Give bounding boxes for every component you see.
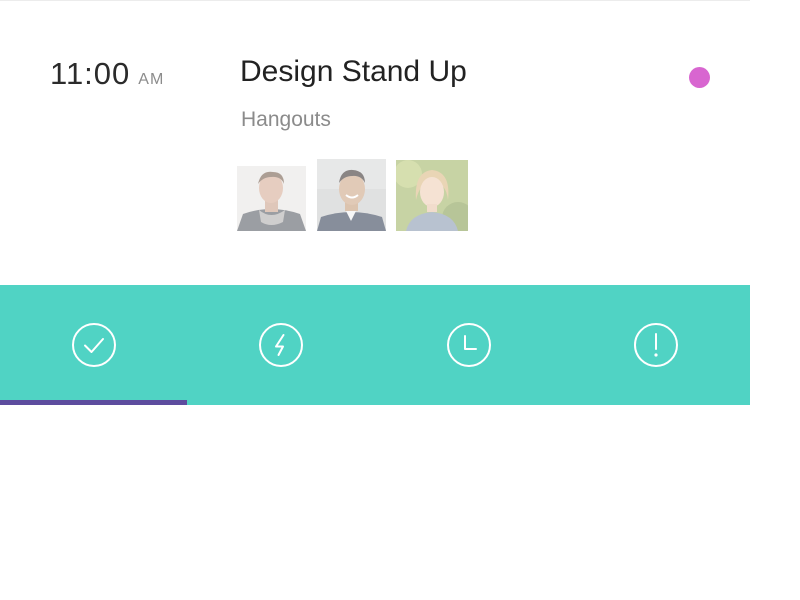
alert-circle-icon (634, 323, 679, 367)
action-alert-button[interactable] (563, 285, 751, 405)
action-quick-button[interactable] (188, 285, 376, 405)
check-circle-icon (71, 323, 116, 367)
avatar[interactable] (237, 166, 306, 231)
event-time: 11:00 AM (50, 56, 164, 92)
lightning-circle-icon (259, 323, 304, 367)
action-bar (0, 285, 750, 405)
avatar[interactable] (317, 159, 386, 231)
event-location: Hangouts (241, 108, 331, 131)
status-dot (689, 67, 710, 88)
event-time-value: 11:00 (50, 56, 131, 91)
clock-icon (446, 323, 491, 367)
active-tab-indicator (0, 400, 187, 405)
avatar[interactable] (396, 160, 468, 231)
action-snooze-button[interactable] (375, 285, 563, 405)
event-title: Design Stand Up (240, 55, 467, 88)
action-complete-button[interactable] (0, 285, 188, 405)
event-time-period: AM (138, 71, 165, 88)
event-card[interactable]: 11:00 AM Design Stand Up Hangouts (0, 1, 750, 285)
